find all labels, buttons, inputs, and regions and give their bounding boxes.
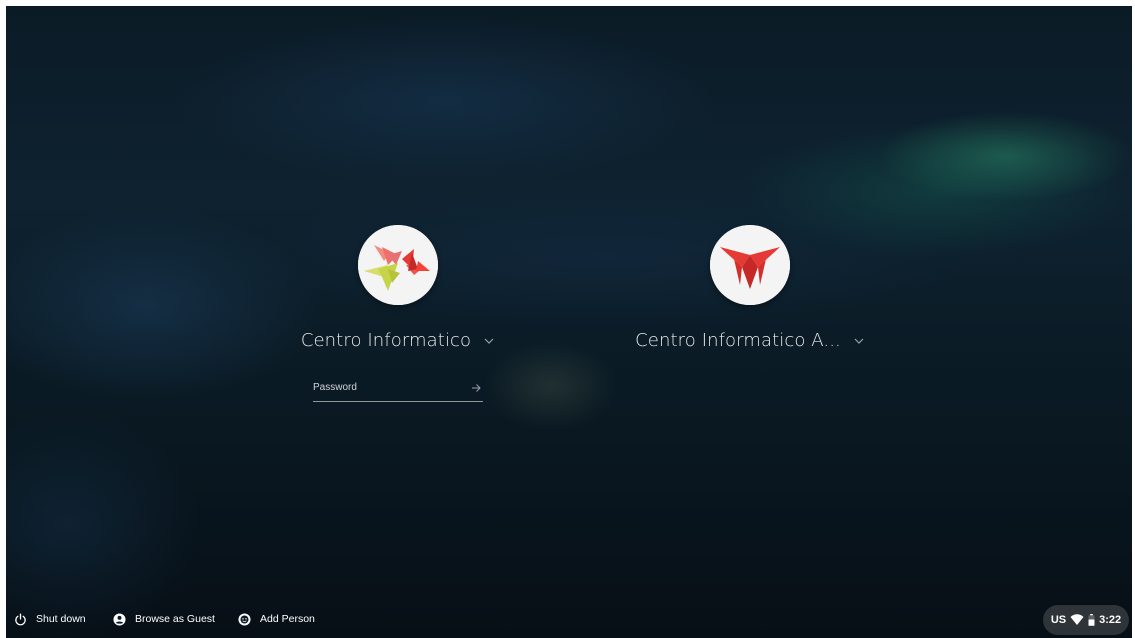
browse-as-guest-button[interactable]: Browse as Guest bbox=[113, 604, 215, 634]
account-circle-icon bbox=[113, 612, 126, 626]
origami-butterfly-icon bbox=[710, 225, 790, 305]
add-person-label: Add Person bbox=[260, 613, 315, 625]
shutdown-label: Shut down bbox=[36, 613, 86, 625]
password-field-container bbox=[313, 378, 483, 402]
add-person-button[interactable]: Add Person bbox=[238, 604, 315, 634]
origami-birds-icon bbox=[358, 225, 438, 305]
keyboard-layout-indicator: US bbox=[1050, 614, 1067, 626]
status-tray[interactable]: US 3:22 bbox=[1043, 605, 1129, 635]
add-person-icon bbox=[238, 612, 251, 626]
user-pod-2: Centro Informatico A... bbox=[635, 225, 864, 351]
password-input[interactable] bbox=[313, 382, 453, 393]
power-icon bbox=[15, 612, 26, 625]
user-name-1: Centro Informatico bbox=[300, 330, 472, 351]
user-name-row-1[interactable]: Centro Informatico bbox=[301, 330, 495, 351]
user-avatar-2[interactable] bbox=[710, 225, 790, 305]
wifi-icon bbox=[1070, 614, 1084, 625]
chevron-down-icon[interactable] bbox=[853, 335, 865, 347]
shutdown-button[interactable]: Shut down bbox=[14, 604, 86, 634]
user-name-row-2[interactable]: Centro Informatico A... bbox=[635, 330, 865, 351]
browse-as-guest-label: Browse as Guest bbox=[135, 613, 215, 625]
submit-arrow-icon[interactable] bbox=[471, 383, 481, 393]
battery-icon bbox=[1088, 614, 1095, 626]
chevron-down-icon[interactable] bbox=[483, 335, 495, 347]
user-name-2: Centro Informatico A... bbox=[635, 330, 841, 351]
user-pod-1: Centro Informatico bbox=[301, 225, 494, 402]
user-avatar-1[interactable] bbox=[358, 225, 438, 305]
login-shelf: Shut down Browse as Guest Add Person US bbox=[6, 604, 1132, 638]
login-screen: Centro Informatico Centro Informatico A.… bbox=[6, 6, 1132, 638]
clock: 3:22 bbox=[1099, 614, 1122, 626]
